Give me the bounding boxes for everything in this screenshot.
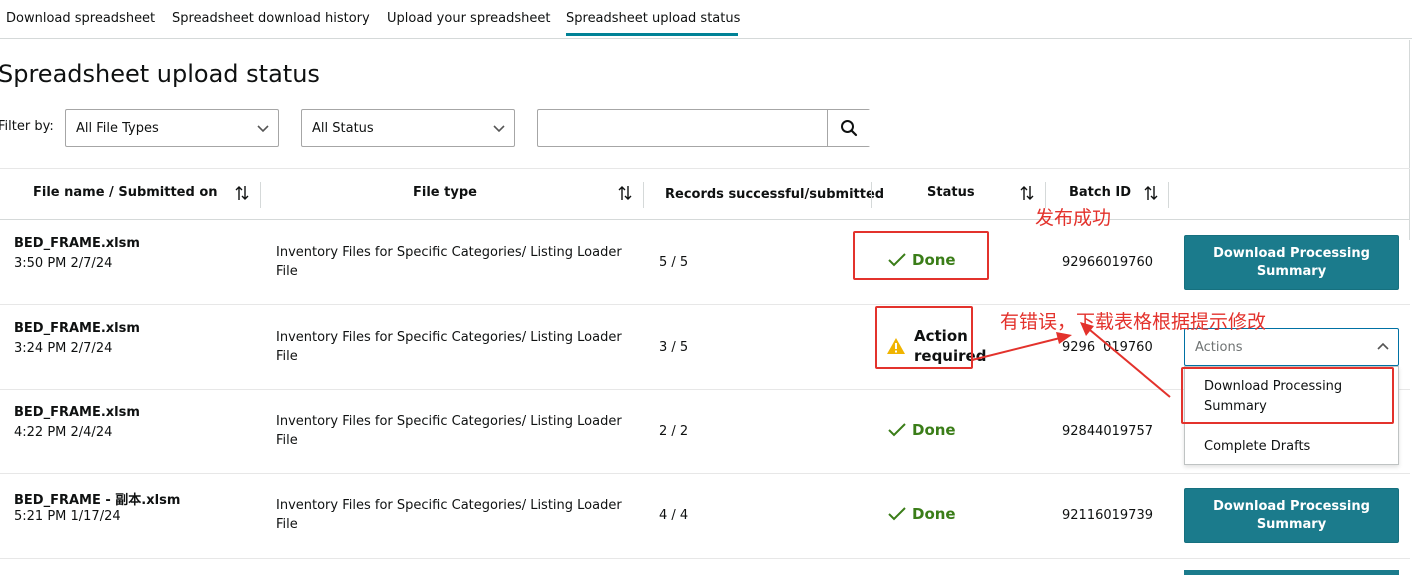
arrow-head [1080, 322, 1094, 336]
arrow-line [1089, 329, 1171, 398]
annotation-arrows [971, 322, 1171, 398]
arrow-line [971, 337, 1061, 361]
arrow-head [1056, 332, 1072, 344]
